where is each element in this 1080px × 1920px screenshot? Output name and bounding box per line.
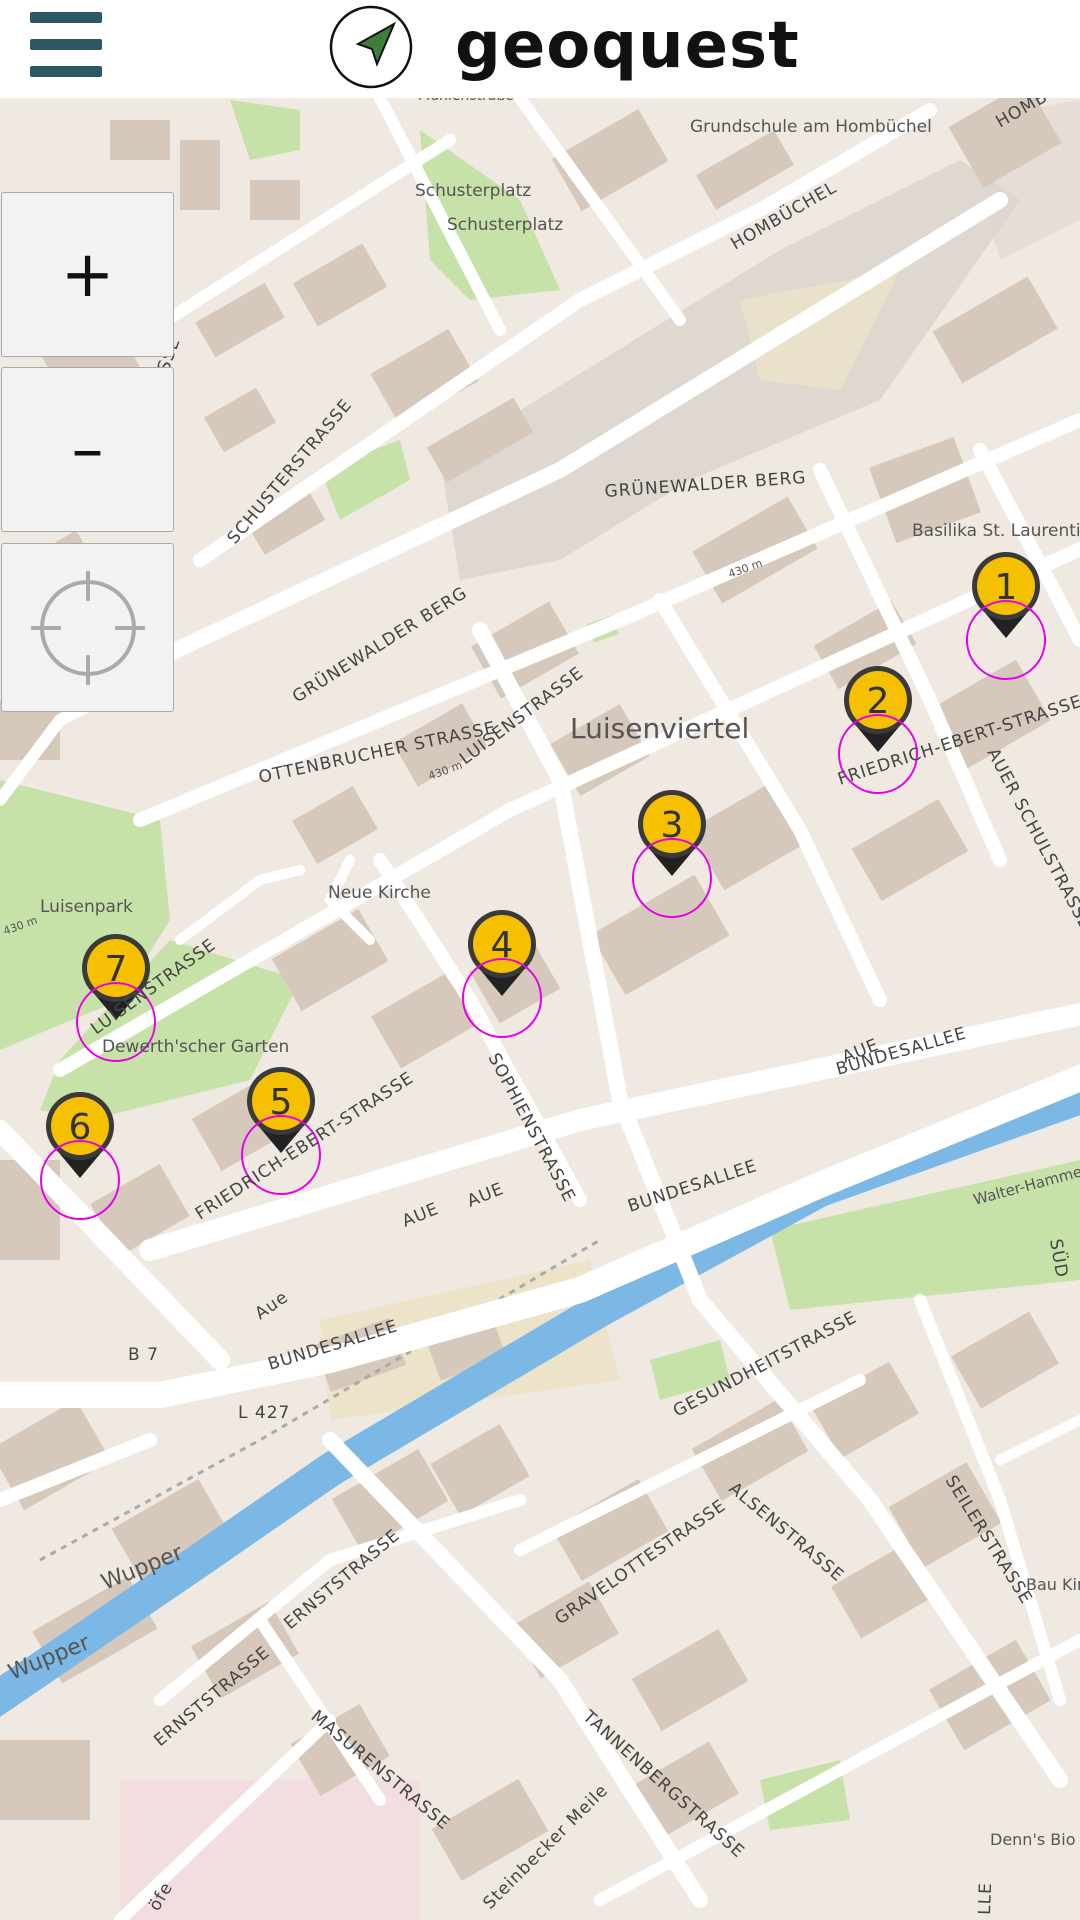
crosshair-icon: [30, 570, 145, 685]
place-label: Grundschule am Hombüchel: [690, 117, 932, 137]
zoom-out-button[interactable]: –: [1, 367, 174, 532]
place-label: Schusterplatz: [415, 181, 531, 201]
place-label: Luisenpark: [40, 897, 133, 917]
hamburger-menu-icon[interactable]: [24, 10, 106, 80]
place-label: Mühlenstraße: [418, 98, 514, 104]
place-label: Bau Kin: [1026, 1575, 1080, 1594]
navigation-arrow-icon: [329, 5, 413, 89]
place-label: Dewerth'scher Garten: [102, 1037, 289, 1057]
app-header: geoquest: [0, 0, 1080, 98]
app-title: geoquest: [455, 9, 800, 83]
zoom-out-label: –: [71, 412, 104, 487]
place-label: Luisenviertel: [570, 712, 749, 745]
place-label: Neue Kirche: [328, 883, 431, 903]
locate-me-button[interactable]: [1, 543, 174, 712]
zoom-in-button[interactable]: +: [1, 192, 174, 357]
street-label: L 427: [238, 1403, 290, 1423]
street-label: B 7: [128, 1345, 159, 1365]
zoom-in-label: +: [60, 237, 115, 312]
place-label: Denn's Bio: [990, 1830, 1075, 1849]
street-label: LLE: [975, 1882, 996, 1915]
place-label: Schusterplatz: [447, 215, 563, 235]
place-label: Basilika St. Laurentius: [912, 521, 1080, 541]
